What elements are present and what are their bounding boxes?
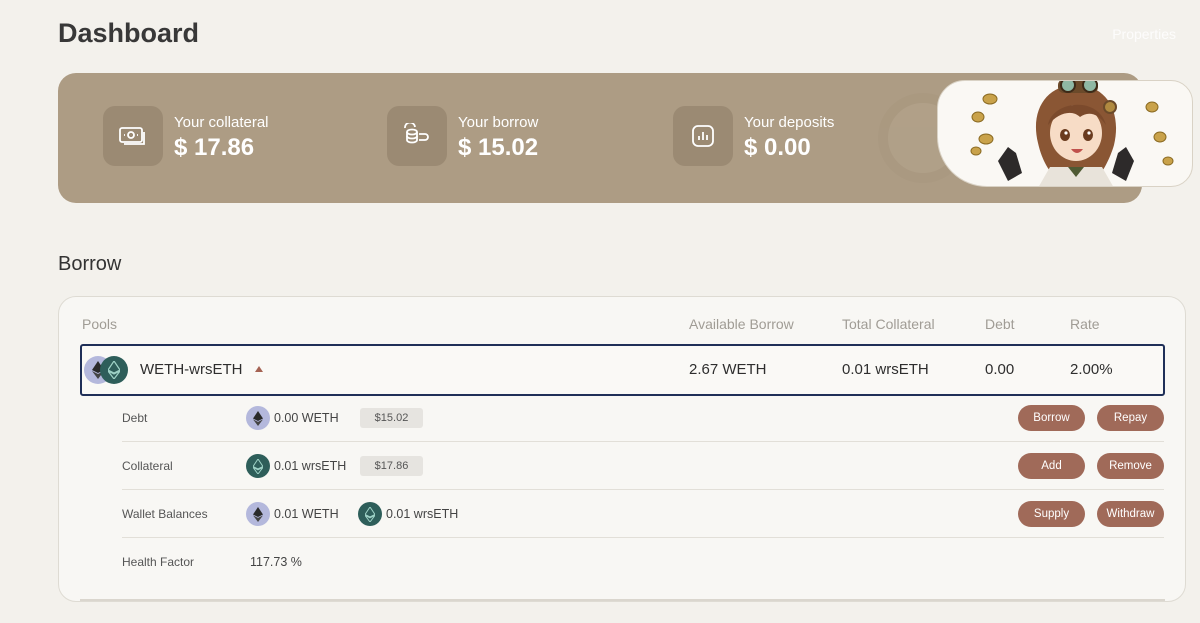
debt-usd-badge: $15.02 — [360, 408, 423, 428]
collateral-label: Collateral — [122, 459, 173, 473]
pool-total-collateral: 0.01 wrsETH — [842, 361, 929, 378]
collateral-amount: 0.01 wrsETH — [274, 459, 347, 473]
borrow-label: Your borrow — [458, 114, 539, 131]
borrow-button[interactable]: Borrow — [1018, 405, 1085, 431]
pool-name: WETH-wrsETH — [140, 361, 243, 378]
debt-label: Debt — [122, 411, 148, 425]
wrseth-icon — [246, 454, 270, 478]
properties-link[interactable]: Properties — [1112, 26, 1176, 42]
detail-row-collateral: Collateral 0.01 wrsETH $17.86 Add Remove — [122, 442, 1164, 490]
bar-chart-icon — [673, 106, 733, 166]
health-factor-label: Health Factor — [122, 555, 195, 569]
coin-hand-icon — [387, 106, 447, 166]
page-title: Dashboard — [58, 18, 200, 48]
repay-button[interactable]: Repay — [1097, 405, 1164, 431]
pool-token-icons — [84, 356, 130, 384]
column-header-debt: Debt — [985, 316, 1015, 332]
add-collateral-button[interactable]: Add — [1018, 453, 1085, 479]
pool-rate: 2.00% — [1070, 361, 1113, 378]
column-header-available-borrow: Available Borrow — [689, 316, 794, 332]
wrseth-icon — [358, 502, 382, 526]
pool-row-weth-wrseth[interactable]: WETH-wrsETH 2.67 WETH 0.01 wrsETH 0.00 2… — [80, 344, 1165, 396]
deposits-label: Your deposits — [744, 114, 835, 131]
detail-row-debt: Debt 0.00 WETH $15.02 Borrow Repay — [122, 394, 1164, 442]
debt-amount: 0.00 WETH — [274, 411, 339, 425]
deposits-value: $ 0.00 — [744, 134, 811, 161]
borrow-value: $ 15.02 — [458, 134, 539, 161]
remove-collateral-button[interactable]: Remove — [1097, 453, 1164, 479]
collateral-value: $ 17.86 — [174, 134, 255, 161]
borrow-section-title: Borrow — [58, 253, 122, 275]
collateral-stat: Your collateral $ 17.86 — [103, 106, 269, 166]
deposits-stat: Your deposits $ 0.00 — [673, 106, 834, 166]
supply-button[interactable]: Supply — [1018, 501, 1085, 527]
borrow-table: Pools Available Borrow Total Collateral … — [58, 296, 1186, 602]
withdraw-button[interactable]: Withdraw — [1097, 501, 1164, 527]
pool-debt: 0.00 — [985, 361, 1015, 378]
cash-icon — [103, 106, 163, 166]
wallet-weth-amount: 0.01 WETH — [274, 507, 339, 521]
column-header-rate: Rate — [1070, 316, 1100, 332]
detail-row-wallet-balances: Wallet Balances 0.01 WETH 0.01 wrsETH Su… — [122, 490, 1164, 538]
weth-icon — [246, 502, 270, 526]
horizontal-scrollbar[interactable] — [80, 599, 1165, 601]
health-factor-value: 117.73 % — [250, 555, 302, 569]
column-header-pools: Pools — [82, 316, 118, 332]
wrseth-icon — [100, 356, 128, 384]
detail-row-health-factor: Health Factor 117.73 % — [122, 538, 1164, 586]
collateral-usd-badge: $17.86 — [360, 456, 423, 476]
mascot-illustration — [937, 80, 1193, 187]
wallet-balances-label: Wallet Balances — [122, 507, 208, 521]
weth-icon — [246, 406, 270, 430]
caret-up-icon[interactable] — [255, 366, 263, 372]
wallet-wrseth-amount: 0.01 wrsETH — [386, 507, 459, 521]
borrow-stat: Your borrow $ 15.02 — [387, 106, 538, 166]
collateral-label: Your collateral — [174, 114, 269, 131]
pool-available-borrow: 2.67 WETH — [689, 361, 767, 378]
column-header-total-collateral: Total Collateral — [842, 316, 935, 332]
